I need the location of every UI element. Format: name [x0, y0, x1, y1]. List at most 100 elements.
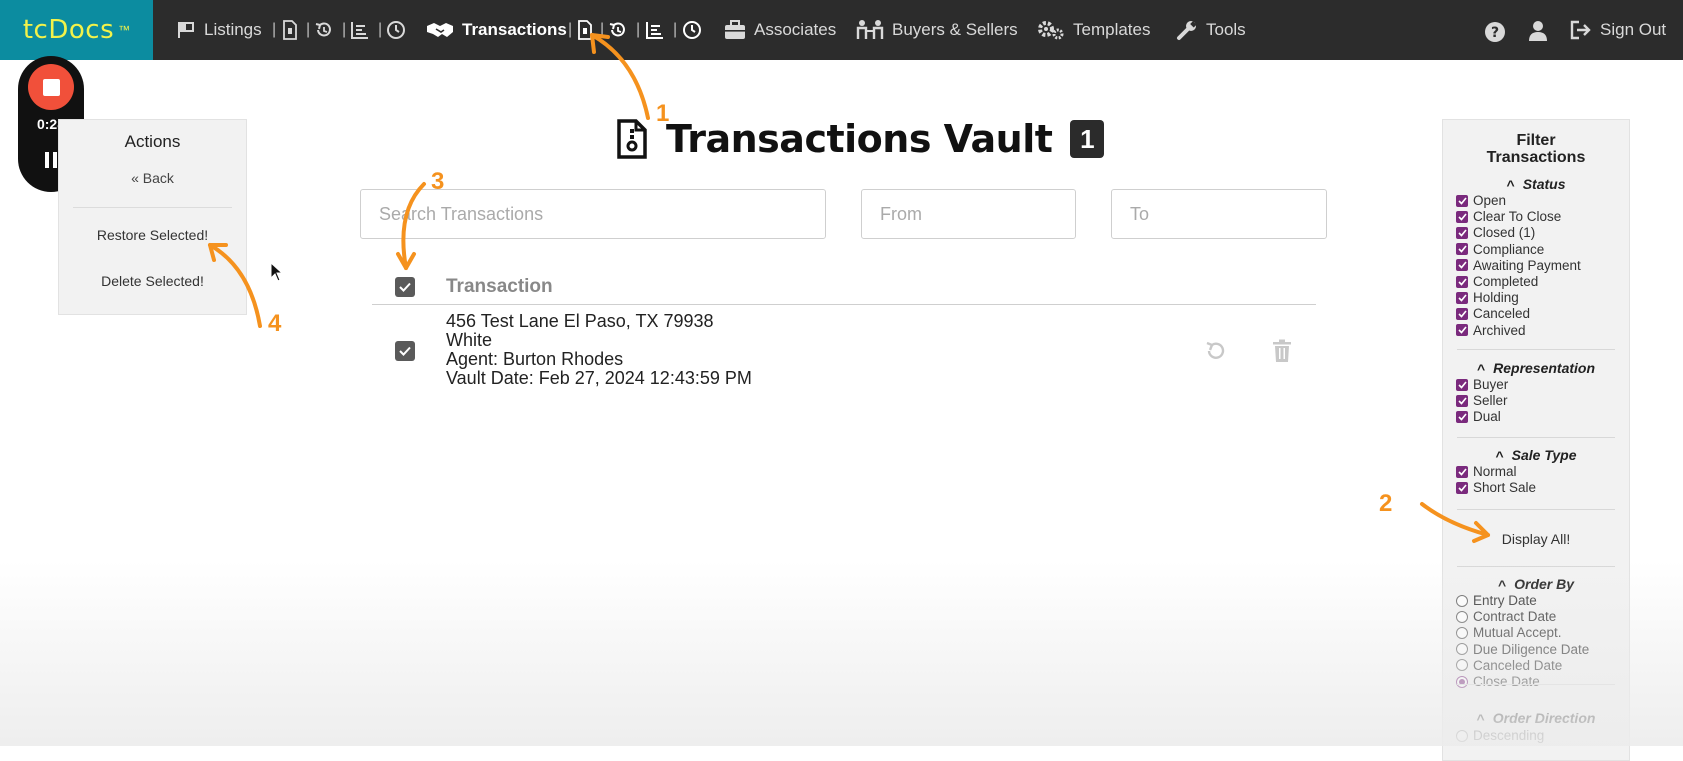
checkbox-checked-icon[interactable] [1456, 243, 1468, 256]
annotation-label-2: 2 [1379, 490, 1393, 517]
transaction-column-header[interactable]: Transaction [446, 276, 553, 298]
filter-option-label: Open [1473, 193, 1507, 208]
filter-option[interactable]: Short Sale [1456, 480, 1536, 495]
nav-tools-label: Tools [1206, 20, 1246, 39]
filter-option[interactable]: Archived [1456, 323, 1526, 338]
transaction-details[interactable]: 456 Test Lane El Paso, TX 79938 White Ag… [446, 312, 752, 388]
stop-recording-button[interactable] [28, 64, 74, 110]
checkbox-checked-icon[interactable] [1456, 324, 1468, 337]
top-nav: tcDocs ™ Listings | | | | Transactions | … [0, 0, 1683, 60]
filter-option-label: Descending [1473, 728, 1545, 743]
checkbox-checked-icon[interactable] [1456, 291, 1468, 304]
mouse-cursor-icon [270, 262, 284, 282]
delete-selected-button[interactable]: Delete Selected! [59, 273, 246, 289]
chevron-up-icon: ^ [1497, 577, 1507, 593]
check-icon [399, 346, 411, 356]
checkbox-checked-icon[interactable] [1456, 307, 1468, 320]
document-icon[interactable] [282, 20, 298, 40]
sign-out-button[interactable]: Sign Out [1570, 0, 1666, 60]
checkbox-checked-icon[interactable] [1456, 481, 1468, 494]
filter-option[interactable]: Close Date [1456, 674, 1540, 689]
filter-option[interactable]: Holding [1456, 290, 1519, 305]
filter-option[interactable]: Canceled [1456, 306, 1530, 321]
history-icon[interactable] [608, 20, 628, 40]
filter-option[interactable]: Dual [1456, 409, 1501, 424]
pause-icon[interactable] [43, 151, 59, 169]
clock-icon[interactable] [386, 20, 406, 40]
radio-selected-icon[interactable] [1456, 675, 1468, 688]
checkbox-checked-icon[interactable] [1456, 194, 1468, 207]
sale-type-section-header[interactable]: ^ Sale Type [1443, 447, 1629, 464]
filter-option[interactable]: Completed [1456, 274, 1538, 289]
transaction-address: 456 Test Lane El Paso, TX 79938 [446, 311, 714, 331]
flag-icon [178, 22, 194, 38]
nav-associates[interactable]: Associates [724, 0, 836, 60]
nav-listings[interactable]: Listings [176, 0, 262, 60]
checkbox-checked-icon[interactable] [1456, 410, 1468, 423]
row-checkbox[interactable] [395, 341, 415, 361]
filter-option-label: Compliance [1473, 241, 1545, 257]
history-icon[interactable] [314, 20, 334, 40]
radio-icon[interactable] [1456, 659, 1468, 672]
help-icon[interactable]: ? [1484, 21, 1506, 43]
nav-separator: | [272, 21, 277, 38]
from-date-field[interactable] [861, 189, 1076, 239]
divider [1457, 437, 1615, 438]
trash-icon[interactable] [1272, 339, 1292, 363]
representation-section-header[interactable]: ^ Representation [1443, 360, 1629, 377]
vault-document-icon[interactable] [577, 20, 593, 40]
checkbox-checked-icon[interactable] [1456, 210, 1468, 223]
search-input[interactable] [360, 189, 826, 239]
status-section-header[interactable]: ^ Status [1443, 176, 1629, 193]
filter-option[interactable]: Compliance [1456, 242, 1544, 257]
filter-option[interactable]: Closed (1) [1456, 225, 1535, 240]
order-direction-section-header[interactable]: ^ Order Direction [1443, 710, 1629, 727]
people-icon [856, 20, 884, 39]
chevron-up-icon: ^ [1476, 711, 1485, 727]
gears-icon [1038, 21, 1064, 40]
checkbox-checked-icon[interactable] [1456, 259, 1468, 272]
back-link[interactable]: « Back [59, 170, 246, 186]
user-icon[interactable] [1527, 20, 1549, 42]
filter-option-label: Mutual Accept. [1473, 625, 1562, 641]
filter-option[interactable]: Clear To Close [1456, 209, 1561, 224]
clock-icon[interactable] [682, 20, 702, 40]
checkbox-checked-icon[interactable] [1456, 394, 1468, 407]
radio-icon[interactable] [1456, 643, 1468, 656]
filter-option[interactable]: Due Diligence Date [1456, 642, 1589, 657]
chart-icon[interactable] [645, 20, 665, 40]
order-by-section-header[interactable]: ^ Order By [1443, 576, 1629, 593]
filter-option[interactable]: Normal [1456, 464, 1517, 479]
checkbox-checked-icon[interactable] [1456, 226, 1468, 239]
restore-selected-button[interactable]: Restore Selected! [59, 227, 246, 243]
filter-option-label: Canceled [1473, 306, 1531, 322]
checkbox-checked-icon[interactable] [1456, 275, 1468, 288]
select-all-checkbox[interactable] [395, 277, 415, 297]
filter-option[interactable]: Open [1456, 193, 1506, 208]
filter-option[interactable]: Awaiting Payment [1456, 258, 1581, 273]
to-date-field[interactable] [1111, 189, 1327, 239]
filter-option[interactable]: Entry Date [1456, 593, 1537, 608]
filter-option[interactable]: Contract Date [1456, 609, 1556, 624]
radio-icon[interactable] [1456, 626, 1468, 639]
filter-option-label: Dual [1473, 409, 1501, 425]
filter-option[interactable]: Seller [1456, 393, 1508, 408]
filter-option[interactable]: Buyer [1456, 377, 1508, 392]
radio-icon[interactable] [1456, 610, 1468, 623]
brand-logo[interactable]: tcDocs ™ [0, 0, 153, 60]
filter-option[interactable]: Descending [1456, 728, 1544, 743]
back-label: Back [142, 170, 174, 186]
nav-tools[interactable]: Tools [1176, 0, 1246, 60]
filter-option[interactable]: Canceled Date [1456, 658, 1562, 673]
nav-buyers-sellers[interactable]: Buyers & Sellers [856, 0, 1018, 60]
radio-icon[interactable] [1456, 594, 1468, 607]
nav-templates[interactable]: Templates [1037, 0, 1150, 60]
radio-icon[interactable] [1456, 729, 1468, 742]
checkbox-checked-icon[interactable] [1456, 378, 1468, 391]
restore-icon[interactable] [1204, 339, 1228, 363]
chart-icon[interactable] [350, 20, 370, 40]
filter-option[interactable]: Mutual Accept. [1456, 625, 1562, 640]
display-all-button[interactable]: Display All! [1443, 531, 1629, 547]
checkbox-checked-icon[interactable] [1456, 465, 1468, 478]
nav-transactions[interactable]: Transactions [426, 0, 567, 60]
